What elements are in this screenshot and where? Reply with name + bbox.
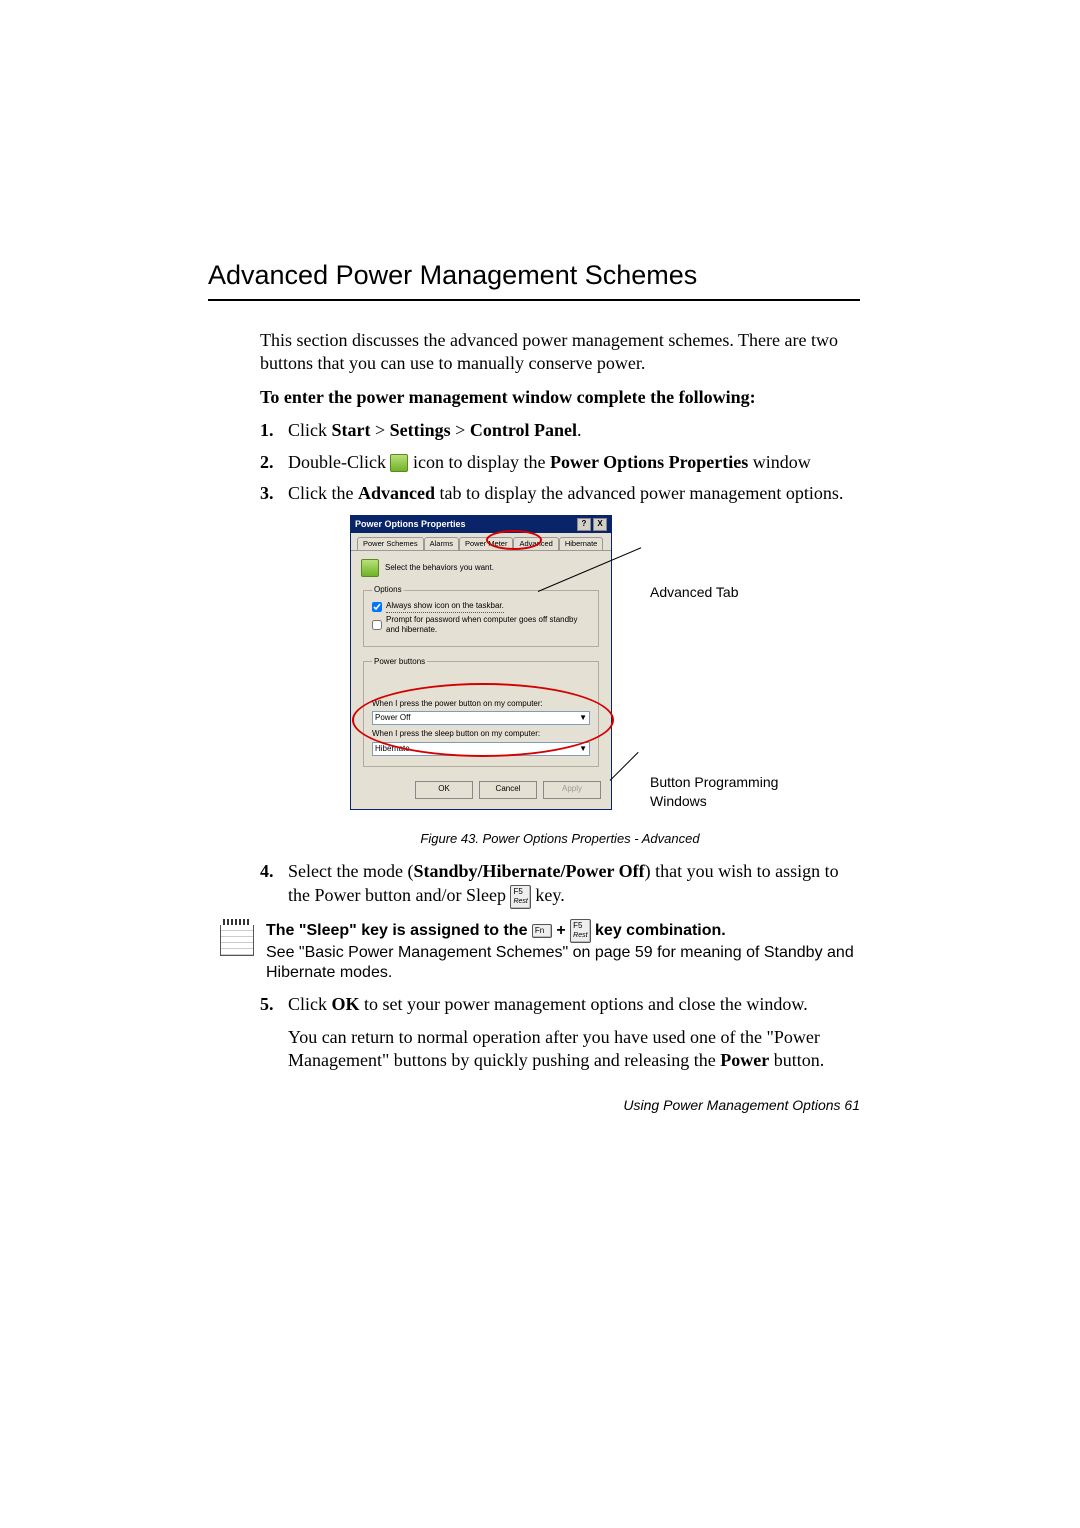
subheading: To enter the power management window com…	[260, 386, 860, 409]
step-number: 1.	[260, 419, 288, 442]
step-4: 4. Select the mode (Standby/Hibernate/Po…	[260, 860, 860, 908]
step-number: 3.	[260, 482, 288, 505]
cancel-button[interactable]: Cancel	[479, 781, 537, 799]
step-number: 2.	[260, 451, 288, 474]
step-text: Click the	[288, 483, 358, 503]
start-bold: Start	[332, 420, 371, 440]
tab-alarms[interactable]: Alarms	[424, 537, 459, 550]
callout-advanced-tab: Advanced Tab	[650, 583, 738, 601]
control-panel-bold: Control Panel	[470, 420, 577, 440]
step-text: Click	[288, 994, 332, 1014]
fn-key-icon: Fn	[532, 924, 552, 938]
step-5: 5. Click OK to set your power management…	[260, 993, 860, 1073]
page-footer: Using Power Management Options 61	[623, 1097, 860, 1113]
tab-power-schemes[interactable]: Power Schemes	[357, 537, 424, 550]
step-text: icon to display the	[413, 452, 550, 472]
note-plus: +	[556, 922, 570, 939]
prompt-password-checkbox[interactable]	[372, 620, 382, 630]
ok-bold: OK	[332, 994, 360, 1014]
advanced-bold: Advanced	[358, 483, 435, 503]
step-number: 5.	[260, 993, 288, 1073]
note-line-2: See "Basic Power Management Schemes" on …	[266, 943, 860, 983]
battery-icon	[361, 559, 379, 577]
prompt-password-label: Prompt for password when computer goes o…	[386, 615, 590, 636]
help-button[interactable]: ?	[577, 518, 591, 531]
power-options-properties-bold: Power Options Properties	[550, 452, 748, 472]
step-text: Click	[288, 420, 332, 440]
section-rule	[208, 299, 860, 301]
always-show-icon-label: Always show icon on the taskbar.	[386, 601, 504, 612]
intro-paragraph: This section discusses the advanced powe…	[260, 329, 860, 376]
power-bold: Power	[720, 1050, 769, 1070]
dialog-title-bar: Power Options Properties ? X	[351, 516, 611, 533]
settings-bold: Settings	[390, 420, 451, 440]
gt: >	[371, 420, 390, 440]
power-buttons-legend: Power buttons	[372, 657, 427, 667]
dialog-header-text: Select the behaviors you want.	[385, 563, 494, 573]
power-options-dialog: Power Options Properties ? X Power Schem…	[350, 515, 612, 809]
step-text: .	[577, 420, 582, 440]
tab-hibernate[interactable]: Hibernate	[559, 537, 604, 550]
note-bold-a: The "Sleep" key is assigned to the	[266, 922, 532, 939]
dialog-title: Power Options Properties	[355, 519, 575, 531]
tab-row: Power Schemes Alarms Power Meter Advance…	[351, 533, 611, 551]
step-text: Select the mode (	[288, 861, 413, 881]
callout-button-programming: Button Programming Windows	[650, 773, 800, 809]
always-show-icon-checkbox[interactable]	[372, 602, 382, 612]
tab-advanced[interactable]: Advanced	[513, 537, 558, 550]
close-button[interactable]: X	[593, 518, 607, 531]
step-number: 4.	[260, 860, 288, 908]
options-group: Options Always show icon on the taskbar.…	[363, 585, 599, 647]
power-button-select[interactable]: Power Off▼	[372, 711, 590, 725]
step-text: tab to display the advanced power manage…	[435, 483, 843, 503]
step-5-followup-b: button.	[769, 1050, 824, 1070]
step-text: window	[748, 452, 811, 472]
gt: >	[451, 420, 470, 440]
sleep-button-select[interactable]: Hibernate▼	[372, 742, 590, 756]
section-title: Advanced Power Management Schemes	[208, 260, 860, 291]
figure-caption: Figure 43. Power Options Properties - Ad…	[260, 831, 860, 848]
step-text: to set your power management options and…	[360, 994, 808, 1014]
step-text: Double-Click	[288, 452, 390, 472]
f5-rest-key-icon: F5Rest	[570, 919, 590, 943]
tab-power-meter[interactable]: Power Meter	[459, 537, 514, 550]
apply-button[interactable]: Apply	[543, 781, 601, 799]
power-buttons-group: Power buttons When I press the power but…	[363, 657, 599, 767]
sleep-button-label: When I press the sleep button on my comp…	[372, 729, 590, 739]
power-options-icon	[390, 454, 408, 472]
note-block: The "Sleep" key is assigned to the Fn + …	[220, 919, 860, 983]
step-1: 1. Click Start > Settings > Control Pane…	[260, 419, 860, 442]
step-text: key.	[535, 885, 564, 905]
ok-button[interactable]: OK	[415, 781, 473, 799]
note-icon	[220, 919, 254, 983]
note-bold-b: key combination.	[595, 922, 726, 939]
step-3: 3. Click the Advanced tab to display the…	[260, 482, 860, 505]
f5-rest-key-icon: F5Rest	[510, 885, 530, 909]
figure-43: Power Options Properties ? X Power Schem…	[350, 515, 860, 825]
modes-bold: Standby/Hibernate/Power Off	[413, 861, 644, 881]
power-button-label: When I press the power button on my comp…	[372, 699, 590, 709]
step-2: 2. Double-Click icon to display the Powe…	[260, 451, 860, 474]
options-legend: Options	[372, 585, 404, 595]
